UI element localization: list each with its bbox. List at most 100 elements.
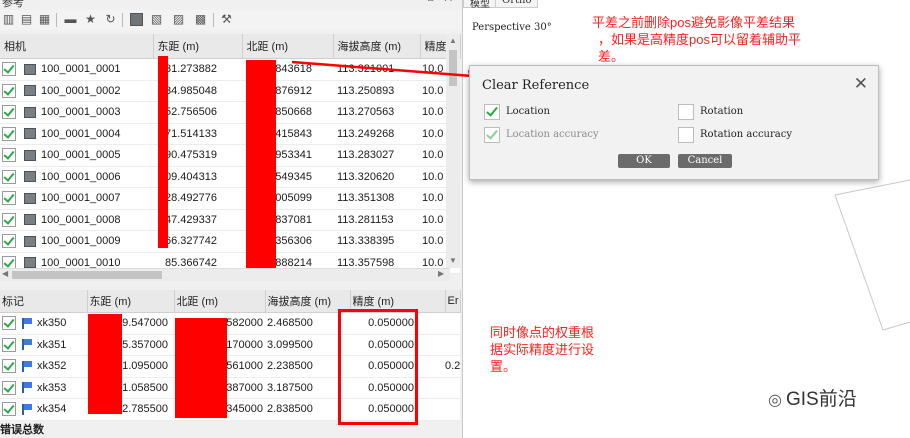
pane-title-bar: 参考 ⧉ ✕ <box>0 0 462 9</box>
camera-name-cell[interactable]: 100_0001_0008 <box>0 209 153 231</box>
camera-name: 100_0001_0008 <box>41 213 121 226</box>
save-icon[interactable]: ▦ <box>38 13 51 26</box>
hscroll-thumb[interactable] <box>12 271 162 279</box>
altitude-cell[interactable]: 113.270563 <box>333 101 420 124</box>
camera-enabled-checkbox[interactable] <box>2 83 16 98</box>
col-header-error[interactable]: Er <box>445 290 461 313</box>
flag-icon <box>22 317 32 329</box>
window-controls[interactable]: ⧉ ✕ <box>426 0 456 4</box>
accuracy-highlight-box <box>338 309 418 425</box>
tab-ortho[interactable]: Ortho <box>495 0 539 8</box>
tab-model[interactable]: 模型 <box>463 0 497 10</box>
camera-name-cell[interactable]: 100_0001_0003 <box>0 101 153 124</box>
close-icon[interactable]: ✕ <box>854 75 868 92</box>
col-header-east[interactable]: 东距 (m) <box>87 290 175 313</box>
annotation-line: 平差之前删除pos避免影像平差结果 <box>592 15 795 30</box>
camera-name: 100_0001_0005 <box>41 149 121 162</box>
rotation-accuracy-label: Rotation accuracy <box>700 129 792 140</box>
location-checkbox[interactable] <box>484 104 500 120</box>
col-header-camera[interactable]: 相机 <box>0 34 154 59</box>
camera-table-hscroll[interactable]: ◀ ▶ <box>0 268 450 281</box>
marker-enabled-checkbox[interactable] <box>2 380 16 395</box>
camera-enabled-checkbox[interactable] <box>2 212 16 227</box>
marker-enabled-checkbox[interactable] <box>2 359 16 374</box>
camera-name: 100_0001_0010 <box>41 256 121 269</box>
camera-enabled-checkbox[interactable] <box>2 191 16 206</box>
camera-table-header: 相机 东距 (m) 北距 (m) 海拔高度 (m) 精度 <box>0 34 461 59</box>
scroll-up-icon[interactable]: ▲ <box>449 36 457 45</box>
star-icon[interactable]: ★ <box>84 13 97 26</box>
marker-name-cell[interactable]: xk351 <box>0 334 87 356</box>
marker-name-cell[interactable]: xk354 <box>0 398 87 421</box>
ok-button[interactable]: OK <box>618 154 670 168</box>
marker-name-cell[interactable]: xk350 <box>0 312 87 335</box>
table-row[interactable]: 100_0001_0008 47.429337 09.837081 113.28115… <box>0 209 460 231</box>
camera-name-cell[interactable]: 100_0001_0001 <box>0 58 153 81</box>
error-cell[interactable] <box>445 334 461 356</box>
col-header-marker[interactable]: 标记 <box>0 290 88 313</box>
col-header-east[interactable]: 东距 (m) <box>153 34 243 59</box>
location-accuracy-checkbox[interactable] <box>484 127 500 143</box>
view-tabs: 模型 Ortho <box>463 0 910 10</box>
camera-icon <box>24 235 36 247</box>
annotation-line: 置。 <box>490 359 517 374</box>
settings-tools-icon[interactable]: ⚒ <box>220 13 233 26</box>
camera-name-cell[interactable]: 100_0001_0002 <box>0 80 153 102</box>
camera-enabled-checkbox[interactable] <box>2 148 16 163</box>
altitude-cell[interactable]: 113.320620 <box>333 166 420 188</box>
import-icon[interactable]: ▥ <box>2 13 15 26</box>
camera-enabled-checkbox[interactable] <box>2 62 16 77</box>
marker-name-cell[interactable]: xk352 <box>0 355 87 378</box>
col-header-north[interactable]: 北距 (m) <box>242 34 334 59</box>
view-scalebars-icon[interactable]: ▨ <box>172 13 185 26</box>
rotation-checkbox[interactable] <box>678 104 694 120</box>
camera-enabled-checkbox[interactable] <box>2 234 16 249</box>
annotation-line: 差。 <box>598 49 625 64</box>
error-cell[interactable] <box>445 398 461 421</box>
altitude-cell[interactable]: 113.338395 <box>333 230 420 253</box>
camera-name: 100_0001_0003 <box>41 106 121 119</box>
error-cell[interactable] <box>445 377 461 399</box>
cancel-button[interactable]: Cancel <box>678 154 732 168</box>
marker-enabled-checkbox[interactable] <box>2 402 16 417</box>
marker-name-cell[interactable]: xk353 <box>0 377 87 399</box>
marker-enabled-checkbox[interactable] <box>2 316 16 331</box>
annotation-line: 据实际精度进行设 <box>490 342 595 357</box>
camera-enabled-checkbox[interactable] <box>2 105 16 120</box>
camera-name-cell[interactable]: 100_0001_0007 <box>0 187 153 210</box>
error-cell[interactable]: 0.2 <box>445 355 461 378</box>
view-markers-icon[interactable]: ▧ <box>150 13 163 26</box>
annotation-middle: 同时像点的权重根 据实际精度进行设 置。 <box>490 324 620 375</box>
camera-enabled-checkbox[interactable] <box>2 169 16 184</box>
scroll-right-icon[interactable]: ▶ <box>438 269 444 278</box>
export-icon[interactable]: ▤ <box>20 13 33 26</box>
table-row[interactable]: 100_0001_0004 71.514133 51.415843 113.24926… <box>0 123 460 145</box>
scroll-down-icon[interactable]: ▼ <box>449 256 457 265</box>
table-row[interactable]: 100_0001_0006 09.404313 30.549345 113.32062… <box>0 166 460 188</box>
col-header-north[interactable]: 北距 (m) <box>174 290 266 313</box>
marker-enabled-checkbox[interactable] <box>2 337 16 352</box>
view-cameras-icon[interactable] <box>130 13 143 26</box>
refresh-icon[interactable]: ↻ <box>104 13 117 26</box>
altitude-cell[interactable]: 113.283027 <box>333 144 420 167</box>
camera-enabled-checkbox[interactable] <box>2 126 16 141</box>
col-header-altitude[interactable]: 海拔高度 (m) <box>333 34 421 59</box>
table-row[interactable]: 100_0001_0003 52.756506 51.850668 113.27056… <box>0 101 460 124</box>
camera-name-cell[interactable]: 100_0001_0006 <box>0 166 153 188</box>
table-row[interactable]: 100_0001_0005 90.475319 70.953341 113.28302… <box>0 144 460 167</box>
perspective-label: Perspective 30° <box>472 22 552 33</box>
table-row[interactable]: 100_0001_0007 28.492776 90.005099 113.35130… <box>0 187 460 210</box>
altitude-cell[interactable]: 113.281153 <box>333 209 420 231</box>
view-list-icon[interactable]: ▩ <box>194 13 207 26</box>
error-cell[interactable] <box>445 312 461 335</box>
scroll-left-icon[interactable]: ◀ <box>2 269 8 278</box>
marker-name: xk350 <box>37 317 67 330</box>
altitude-cell[interactable]: 113.351308 <box>333 187 420 210</box>
rotation-accuracy-checkbox[interactable] <box>678 127 694 143</box>
camera-name-cell[interactable]: 100_0001_0005 <box>0 144 153 167</box>
altitude-cell[interactable]: 113.249268 <box>333 123 420 145</box>
camera-name-cell[interactable]: 100_0001_0004 <box>0 123 153 145</box>
table-icon[interactable]: ▬ <box>64 13 77 26</box>
camera-name-cell[interactable]: 100_0001_0009 <box>0 230 153 253</box>
table-row[interactable]: 100_0001_0009 66.327742 09.356306 113.33839… <box>0 230 460 253</box>
